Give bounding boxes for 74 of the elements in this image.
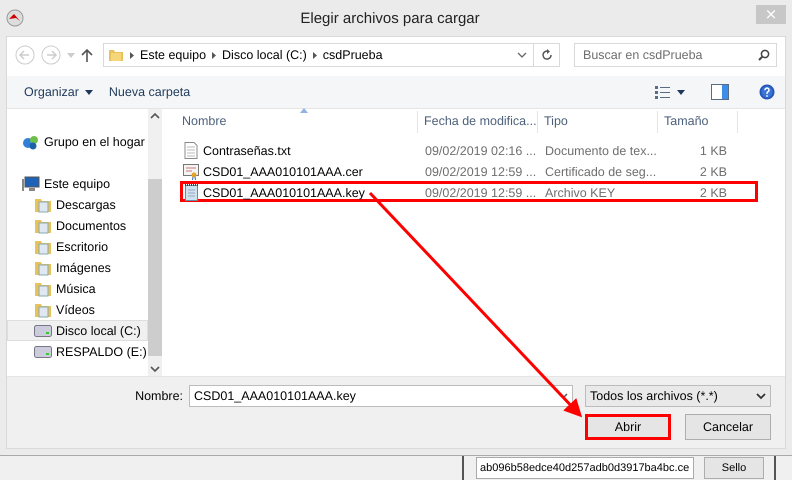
sidebar-item[interactable]: Este equipo (7, 173, 148, 194)
dialog-button[interactable]: Cancelar (685, 414, 771, 440)
chevron-down-icon (756, 392, 766, 400)
folder-icon (34, 196, 52, 212)
seal-button[interactable]: Sello (704, 457, 764, 479)
sidebar-item[interactable]: Descargas (7, 194, 148, 215)
file-name: CSD01_AAA010101AAA.key (183, 184, 421, 201)
caret-icon (84, 90, 93, 94)
homegroup-icon (22, 134, 40, 150)
chevron-icon (130, 52, 134, 58)
view-options-icon[interactable] (655, 85, 671, 99)
folder-icon (34, 260, 52, 276)
field-label: Nombre: (135, 389, 183, 403)
folder-icon (34, 238, 52, 254)
sidebar-item[interactable]: Imágenes (7, 257, 148, 278)
sidebar-item[interactable]: Documentos (7, 215, 148, 236)
organize-button[interactable]: Organizar (19, 82, 98, 102)
address-bar[interactable]: Este equipo Disco local (C:) csdPrueba (103, 43, 560, 67)
help-icon[interactable] (759, 84, 775, 100)
type-cell-text: Documento de tex... (544, 144, 658, 158)
notepad-icon (183, 184, 199, 201)
breadcrumb-item[interactable]: csdPrueba (322, 48, 383, 62)
dialog-button[interactable]: Abrir (585, 414, 671, 440)
search-field[interactable]: Buscar en csdPrueba (581, 47, 758, 63)
column-header[interactable]: Fecha de modifica... (418, 111, 538, 133)
file-row[interactable]: CSD01_AAA010101AAA.cer 09/02/2019 12:59 ... Certificado de seg... 2 KB (180, 160, 758, 181)
date-cell-text: 09/02/2019 02:16 ... (424, 144, 538, 158)
refresh-icon[interactable] (540, 49, 552, 61)
search-box[interactable]: Buscar en csdPrueba (574, 43, 777, 67)
text-file-icon (183, 142, 199, 159)
window-title: Elegir archivos para cargar (299, 10, 481, 26)
column-header[interactable]: Tamaño (658, 111, 738, 133)
folder-icon (34, 218, 52, 234)
date-cell-text: 09/02/2019 12:59 ... (424, 164, 538, 178)
type-cell-text: Certificado de seg... (544, 164, 658, 178)
chevron-icon (212, 52, 216, 58)
up-arrow-icon[interactable] (81, 48, 93, 62)
file-type-dropdown[interactable]: Todos los archivos (*.*) (585, 385, 771, 407)
chevron-icon (312, 52, 317, 58)
file-row[interactable]: Contraseñas.txt 09/02/2019 02:16 ... Documento de tex... 1 KB (180, 139, 758, 160)
type-cell-text: Archivo KEY (544, 186, 616, 200)
breadcrumb-item[interactable]: Este equipo (140, 48, 206, 62)
column-header[interactable]: Nombre (162, 111, 418, 133)
new-folder-button[interactable]: Nueva carpeta (104, 82, 196, 102)
sidebar-item[interactable]: Disco local (C:) (7, 320, 148, 341)
file-row[interactable]: CSD01_AAA010101AAA.key 09/02/2019 12:59 ... Archivo KEY 2 KB (180, 181, 758, 202)
drive-icon (34, 322, 52, 338)
file-name: Contraseñas.txt (183, 142, 421, 159)
folder-icon (34, 280, 52, 296)
file-name: CSD01_AAA010101AAA.cer (183, 163, 421, 180)
chevron-down-icon[interactable] (517, 52, 527, 58)
certificate-icon (183, 163, 199, 180)
app-icon (6, 9, 24, 27)
computer-icon (22, 176, 40, 192)
caret-icon[interactable] (677, 90, 685, 94)
sidebar-item[interactable]: Vídeos (7, 299, 148, 320)
sidebar-item[interactable]: RESPALDO (E:) (7, 341, 148, 362)
scrollbar-thumb[interactable] (148, 179, 162, 356)
size-cell-text: 1 KB (698, 144, 728, 158)
column-header[interactable]: Tipo (538, 111, 658, 133)
folder-icon (108, 47, 124, 63)
size-cell-text: 2 KB (698, 186, 728, 200)
drive-icon (34, 344, 52, 360)
sidebar-item[interactable]: Grupo en el hogar (7, 131, 148, 152)
preview-pane-icon[interactable] (711, 84, 729, 100)
size-cell-text: 2 KB (698, 164, 728, 178)
folder-icon (34, 302, 52, 318)
sidebar-item[interactable]: Música (7, 278, 148, 299)
sidebar-item[interactable]: Escritorio (7, 236, 148, 257)
date-cell-text: 09/02/2019 12:59 ... (424, 186, 538, 200)
file-name-field[interactable]: CSD01_AAA010101AAA.key (189, 385, 573, 407)
breadcrumb-item[interactable]: Disco local (C:) (222, 48, 307, 62)
text-field[interactable]: ab096b58edce40d257adb0d3917ba4bc.ce (476, 457, 694, 479)
search-icon (758, 49, 770, 61)
